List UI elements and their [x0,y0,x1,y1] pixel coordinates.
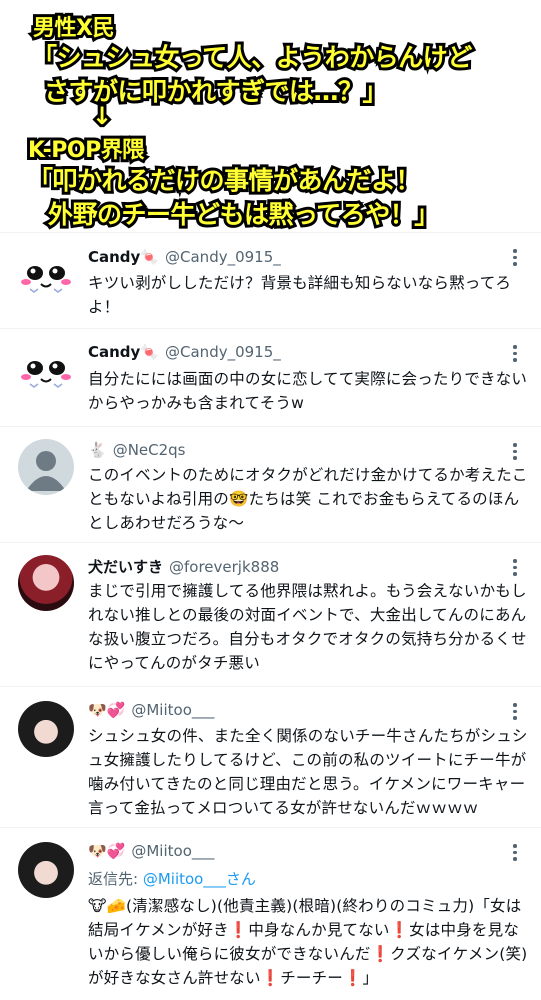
profile-photo-avatar-icon[interactable] [18,701,74,757]
tweet[interactable]: Candy🍬 @Candy_0915_ 自分たにには画面の中の女に恋してて実際に… [0,329,541,427]
caption-line-5: 「叩かれるだけの事情があんだよ！ [25,163,424,198]
more-options-icon[interactable] [513,443,517,463]
more-options-icon[interactable] [513,249,517,269]
tweet[interactable]: Candy🍬 @Candy_0915_ キツい剥がししただけ？背景も詳細も知らな… [0,233,541,329]
caption-header: 男性X民 「シュシュ女って人、ようわからんけど さすがに叩かれすぎでは…？」 ↓… [0,0,541,232]
profile-photo-avatar-icon[interactable] [18,842,74,898]
reply-to-link[interactable]: @Miitoo___さん [143,870,256,888]
tweet-author[interactable]: Candy🍬 @Candy_0915_ [88,248,281,266]
tweet-text: キツい剥がししただけ？背景も詳細も知らないなら黙ってろよ！ [88,274,512,316]
tweet[interactable]: 🐇 @NeC2qs このイベントのためにオタクがどれだけ金かけてるか考えたことも… [0,427,541,543]
tweet-text: シュシュ女の件、また全く関係のないチー牛さんたちがシュシュ女擁護したりしてるけど… [88,727,528,817]
more-options-icon[interactable] [513,345,517,365]
tweet-text: 自分たにには画面の中の女に恋してて実際に会ったりできないからやっかみも含まれてそ… [88,370,528,412]
more-options-icon[interactable] [513,703,517,723]
user-handle[interactable]: @Candy_0915_ [165,248,281,266]
caption-line-6: 外野のチー牛どもは黙ってろや！」 [45,197,442,232]
default-person-avatar-icon[interactable] [18,439,74,495]
display-name[interactable]: 🐶💞 [88,842,125,860]
tweet-author[interactable]: 🐶💞 @Miitoo___ [88,701,214,719]
tweet-author[interactable]: Candy🍬 @Candy_0915_ [88,343,281,361]
tweet-author[interactable]: 🐇 @NeC2qs [88,441,186,459]
display-name[interactable]: 犬だいすき [88,556,163,577]
user-handle[interactable]: @NeC2qs [113,441,186,459]
caption-line-4: K-POP界隈 [25,135,147,166]
profile-photo-avatar-icon[interactable] [18,555,74,611]
display-name[interactable]: Candy🍬 [88,343,159,361]
tweet-text: このイベントのためにオタクがどれだけ金かけてるか考えたこともないよね引用の🤓たち… [88,466,528,532]
tweet[interactable]: 🐶💞 @Miitoo___ シュシュ女の件、また全く関係のないチー牛さんたちがシ… [0,687,541,828]
more-options-icon[interactable] [513,559,517,579]
tweet[interactable]: 🐶💞 @Miitoo___ 返信先: @Miitoo___さん 🐮🧀(清潔感なし… [0,828,541,1000]
more-options-icon[interactable] [513,844,517,864]
reply-context: 返信先: @Miitoo___さん [88,868,256,889]
user-handle[interactable]: @Miitoo___ [131,842,214,860]
display-name[interactable]: 🐇 [88,441,107,459]
tweet-author[interactable]: 犬だいすき @foreverjk888 [88,556,279,577]
user-handle[interactable]: @Candy_0915_ [165,343,281,361]
display-name[interactable]: 🐶💞 [88,701,125,719]
tweet-author[interactable]: 🐶💞 @Miitoo___ [88,842,214,860]
tweet-text: 🐮🧀(清潔感なし)(他責主義)(根暗)(終わりのコミュ力)「女は結局イケメンが好… [88,897,528,987]
kawaii-face-avatar-icon[interactable] [18,344,74,400]
user-handle[interactable]: @Miitoo___ [131,701,214,719]
tweet-text: まじで引用で擁護してる他界隈は黙れよ。もう会えないかもしれない推しとの最後の対面… [88,582,527,672]
user-handle[interactable]: @foreverjk888 [169,558,279,576]
caption-arrow: ↓ [89,99,115,133]
display-name[interactable]: Candy🍬 [88,248,159,266]
tweet[interactable]: 犬だいすき @foreverjk888 まじで引用で擁護してる他界隈は黙れよ。も… [0,543,541,687]
kawaii-face-avatar-icon[interactable] [18,249,74,305]
reply-prefix: 返信先: [88,870,143,888]
caption-line-2: 「シュシュ女って人、ようわからんけど [29,40,475,75]
